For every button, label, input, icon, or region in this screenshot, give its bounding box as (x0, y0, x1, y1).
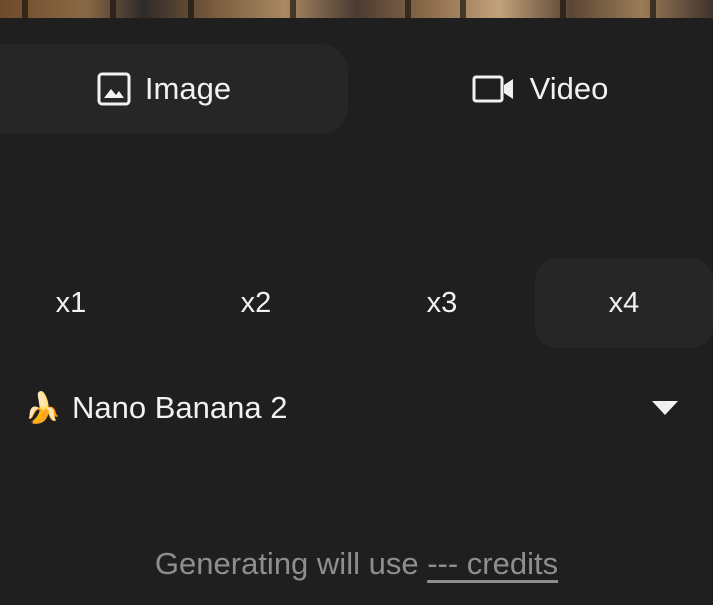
count-x1-label: x1 (55, 286, 87, 319)
credits-notice-text: Generating will use (154, 546, 419, 581)
model-select[interactable]: 🍌 Nano Banana 2 (24, 383, 689, 433)
tab-image[interactable]: Image (0, 44, 348, 134)
credits-link[interactable]: --- credits (427, 546, 558, 581)
tab-video-label: Video (529, 71, 609, 106)
preview-image-strip (0, 0, 713, 18)
video-camera-icon (472, 72, 516, 106)
count-x4-button[interactable]: x4 (535, 258, 713, 348)
count-x1-button[interactable]: x1 (0, 258, 160, 348)
count-x2-label: x2 (240, 286, 272, 319)
image-icon (97, 72, 131, 106)
model-name: Nano Banana 2 (72, 390, 288, 425)
tab-video[interactable]: Video (356, 44, 713, 134)
count-x3-button[interactable]: x3 (353, 258, 531, 348)
credits-notice: Generating will use --- credits (0, 546, 713, 582)
generation-settings-screen: Image Video x1 x2 x3 x4 🍌 Nano Banana 2 (0, 0, 713, 605)
count-x3-label: x3 (426, 286, 458, 319)
count-x2-button[interactable]: x2 (167, 258, 345, 348)
count-x4-label: x4 (608, 286, 640, 319)
settings-panel: Image Video x1 x2 x3 x4 🍌 Nano Banana 2 (0, 18, 713, 605)
tab-image-label: Image (144, 71, 232, 106)
chevron-down-icon (652, 401, 678, 415)
banana-icon: 🍌 (24, 391, 62, 425)
